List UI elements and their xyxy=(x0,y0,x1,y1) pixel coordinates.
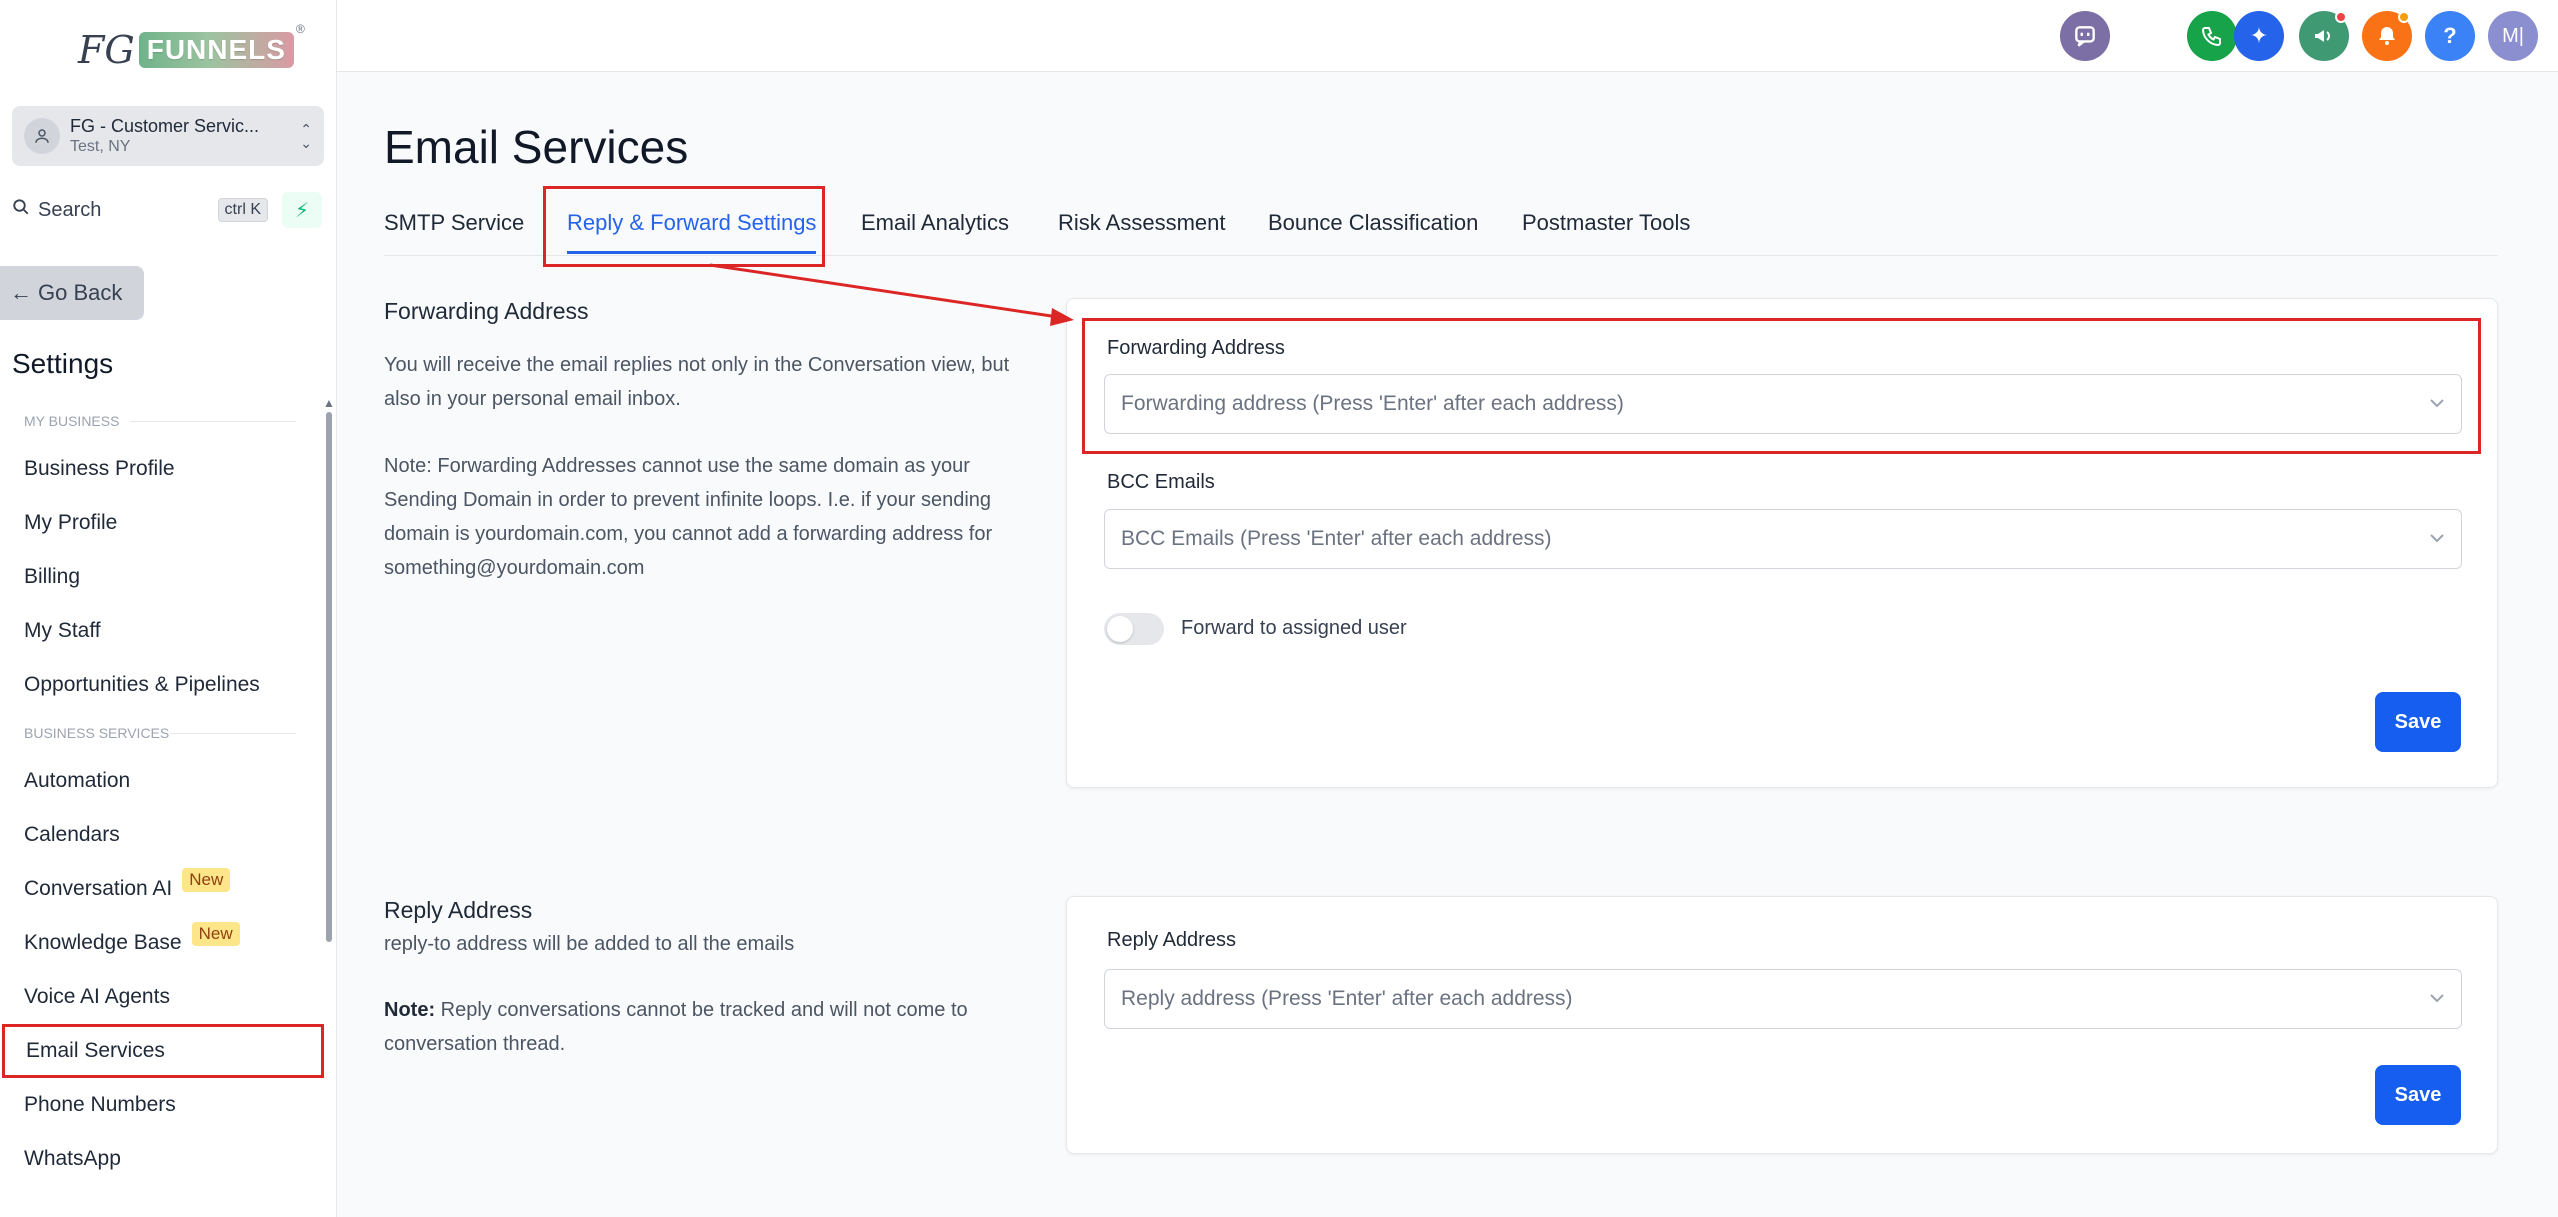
reply-note-text: Reply conversations cannot be tracked an… xyxy=(384,999,968,1055)
scroll-up-icon[interactable]: ▲ xyxy=(323,396,335,410)
nav-item-calendars[interactable]: Calendars xyxy=(0,808,326,862)
nav-item-my-profile[interactable]: My Profile xyxy=(0,496,326,550)
settings-title: Settings xyxy=(12,348,114,379)
tab-bounce-classification[interactable]: Bounce Classification xyxy=(1268,210,1478,254)
search-shortcut: ctrl K xyxy=(217,198,268,222)
bell-icon[interactable] xyxy=(2362,11,2412,61)
nav-section-business-services: BUSINESS SERVICES xyxy=(0,712,326,754)
forwarding-heading: Forwarding Address xyxy=(384,298,589,324)
sidebar-scrollbar[interactable] xyxy=(326,412,332,942)
reply-address-input[interactable]: Reply address (Press 'Enter' after each … xyxy=(1104,969,2462,1029)
forwarding-description: You will receive the email replies not o… xyxy=(384,354,1010,410)
nav-item-whatsapp[interactable]: WhatsApp xyxy=(0,1132,326,1186)
forwarding-note: Note: Forwarding Addresses cannot use th… xyxy=(384,455,993,579)
sidebar: FG FUNNELS ® FG - Customer Servic... Tes… xyxy=(0,0,337,1217)
avatar-initials: M| xyxy=(2502,24,2524,47)
nav-item-billing[interactable]: Billing xyxy=(0,550,326,604)
quick-actions-bolt-icon[interactable]: ⚡ xyxy=(282,192,322,228)
sidebar-search[interactable]: Search ctrl K xyxy=(12,192,268,228)
nav-section-my-business: MY BUSINESS xyxy=(0,400,326,442)
notification-dot xyxy=(2398,11,2410,23)
nav-item-knowledge-base[interactable]: Knowledge Base New xyxy=(0,916,326,970)
arrow-left-icon: ← xyxy=(10,280,32,305)
reply-heading: Reply Address xyxy=(384,897,533,923)
chevron-down-icon xyxy=(2429,990,2445,1008)
nav-label: Email Services xyxy=(26,1039,165,1062)
nav-label: Business Profile xyxy=(24,457,175,480)
chevron-updown-icon: ⌃ ⌄ xyxy=(300,121,312,151)
toggle-knob xyxy=(1107,616,1133,642)
tab-smtp-service[interactable]: SMTP Service xyxy=(384,210,524,254)
nav-label: Automation xyxy=(24,769,131,792)
tab-postmaster-tools[interactable]: Postmaster Tools xyxy=(1522,210,1690,254)
help-glyph: ? xyxy=(2443,23,2457,48)
new-badge: New xyxy=(191,922,240,946)
search-icon xyxy=(12,198,30,222)
reply-field-label: Reply Address xyxy=(1107,929,1236,951)
nav-label: WhatsApp xyxy=(24,1147,121,1170)
brand-logo[interactable]: FG FUNNELS ® xyxy=(78,22,305,78)
nav-label: Knowledge Base xyxy=(24,931,182,954)
chevron-down-icon xyxy=(2429,530,2445,548)
new-badge: New xyxy=(182,868,231,892)
settings-nav: MY BUSINESS Business Profile My Profile … xyxy=(0,400,326,1186)
top-bar: ✦ ? M| xyxy=(337,0,2558,72)
forwarding-highlight-box xyxy=(1082,318,2481,454)
account-switcher[interactable]: FG - Customer Servic... Test, NY ⌃ ⌄ xyxy=(12,106,324,166)
megaphone-icon[interactable] xyxy=(2299,11,2349,61)
nav-label: Conversation AI xyxy=(24,877,173,900)
nav-label: My Profile xyxy=(24,511,118,534)
nav-label: Calendars xyxy=(24,823,120,846)
nav-item-automation[interactable]: Automation xyxy=(0,754,326,808)
tab-highlight-box xyxy=(543,186,825,267)
reply-description: reply-to address will be added to all th… xyxy=(384,933,795,955)
nav-item-business-profile[interactable]: Business Profile xyxy=(0,442,326,496)
bcc-placeholder: BCC Emails (Press 'Enter' after each add… xyxy=(1121,527,1552,550)
bcc-emails-input[interactable]: BCC Emails (Press 'Enter' after each add… xyxy=(1104,509,2462,569)
chat-widget-icon[interactable] xyxy=(2060,11,2110,61)
logo-fg: FG xyxy=(78,28,135,72)
help-icon[interactable]: ? xyxy=(2425,11,2475,61)
nav-label: Voice AI Agents xyxy=(24,985,170,1008)
nav-label: Billing xyxy=(24,565,81,588)
nav-item-opportunities[interactable]: Opportunities & Pipelines xyxy=(0,658,326,712)
bcc-field-label: BCC Emails xyxy=(1107,471,1215,493)
search-label: Search xyxy=(38,198,102,221)
user-avatar[interactable]: M| xyxy=(2488,11,2538,61)
forward-to-assigned-toggle[interactable] xyxy=(1104,613,1164,645)
nav-item-email-services[interactable]: Email Services xyxy=(2,1024,324,1078)
account-location: Test, NY xyxy=(70,138,131,156)
page-title: Email Services xyxy=(384,121,689,173)
tab-risk-assessment[interactable]: Risk Assessment xyxy=(1058,210,1226,254)
nav-label: Phone Numbers xyxy=(24,1093,176,1116)
notification-dot xyxy=(2335,11,2347,23)
nav-label: My Staff xyxy=(24,619,101,642)
nav-label: Opportunities & Pipelines xyxy=(24,673,260,696)
go-back-button[interactable]: ← Go Back xyxy=(0,266,144,320)
ai-sparkle-icon[interactable]: ✦ xyxy=(2234,11,2284,61)
save-forwarding-button[interactable]: Save xyxy=(2375,692,2461,752)
nav-item-phone-numbers[interactable]: Phone Numbers xyxy=(0,1078,326,1132)
location-icon xyxy=(24,118,60,154)
go-back-label: Go Back xyxy=(38,280,123,305)
nav-item-conversation-ai[interactable]: Conversation AI New xyxy=(0,862,326,916)
logo-registered: ® xyxy=(295,22,305,36)
reply-note: Note: Reply conversations cannot be trac… xyxy=(384,993,1024,1061)
reply-card: Reply Address Reply address (Press 'Ente… xyxy=(1066,896,2498,1154)
account-name: FG - Customer Servic... xyxy=(70,115,260,136)
nav-item-my-staff[interactable]: My Staff xyxy=(0,604,326,658)
tab-email-analytics[interactable]: Email Analytics xyxy=(861,210,1009,254)
forward-to-assigned-label: Forward to assigned user xyxy=(1181,617,1407,639)
reply-placeholder: Reply address (Press 'Enter' after each … xyxy=(1121,987,1573,1010)
reply-note-bold: Note: xyxy=(384,999,436,1021)
phone-icon[interactable] xyxy=(2187,11,2237,61)
nav-item-voice-ai-agents[interactable]: Voice AI Agents xyxy=(0,970,326,1024)
save-reply-button[interactable]: Save xyxy=(2375,1065,2461,1125)
logo-word: FUNNELS xyxy=(138,32,294,68)
